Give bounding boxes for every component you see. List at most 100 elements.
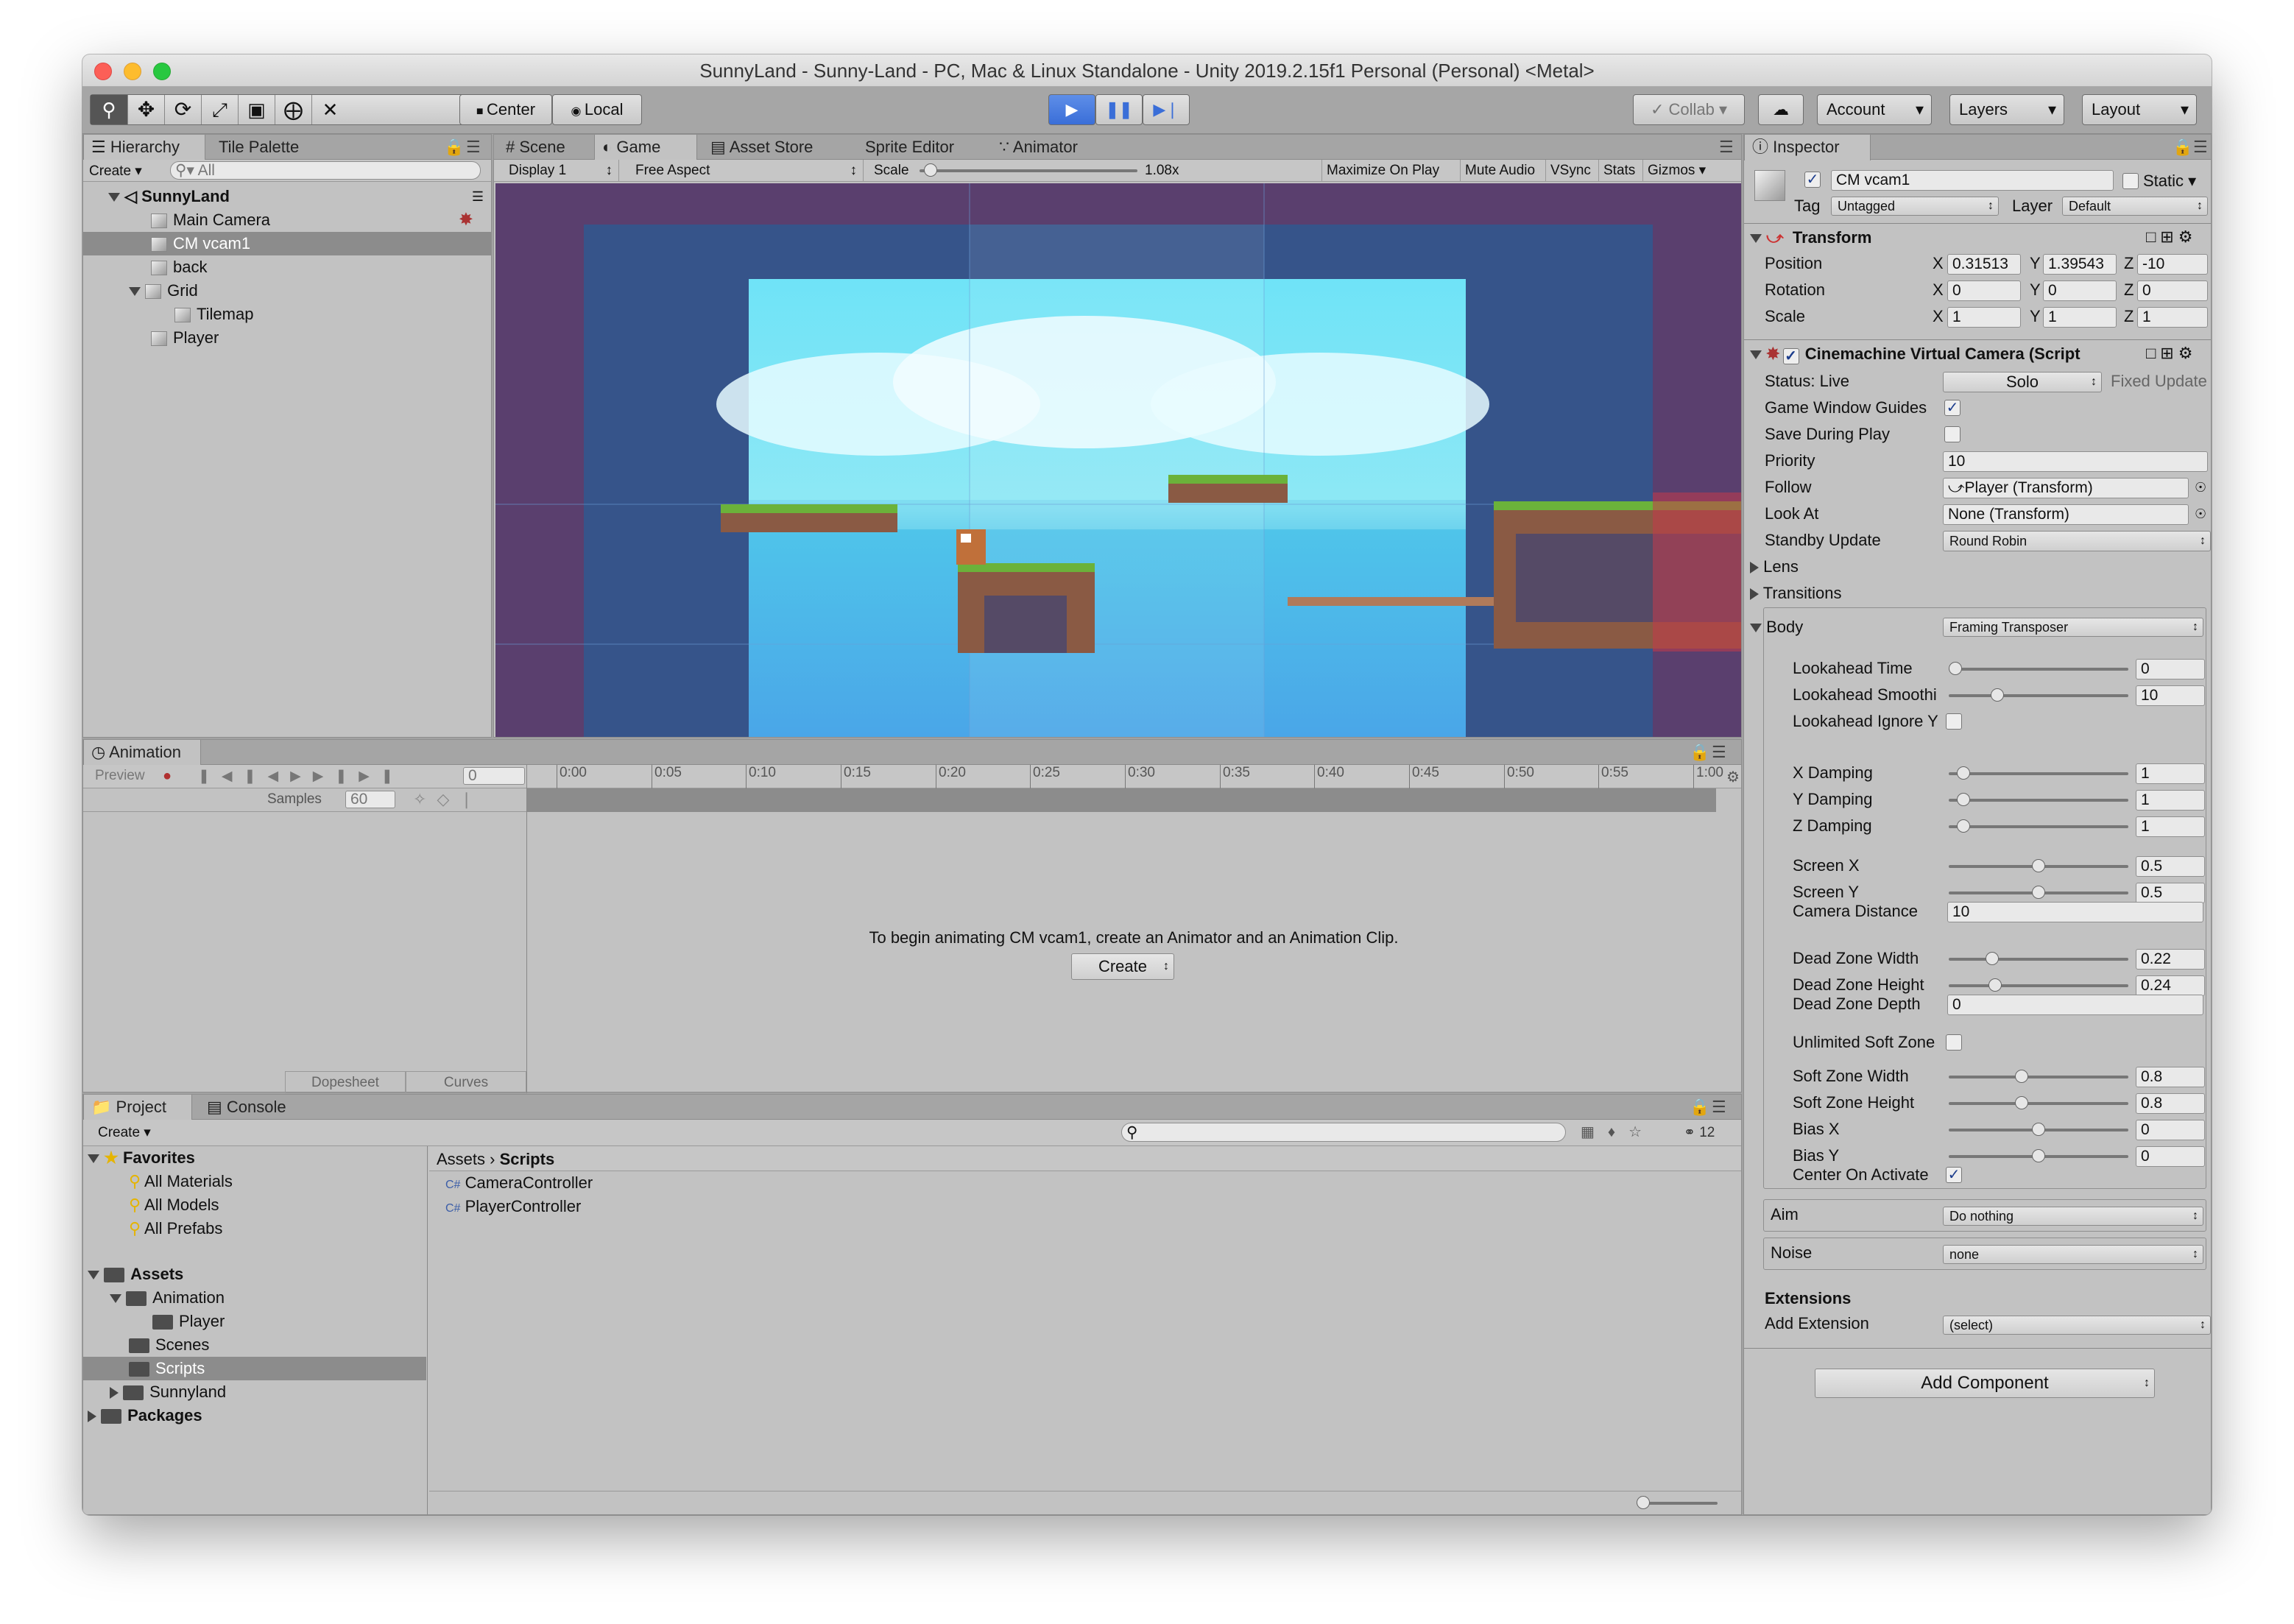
follow-field[interactable]: ⤻Player (Transform)	[1943, 478, 2189, 498]
body-slider-value[interactable]: 1	[2136, 816, 2205, 837]
x-field[interactable]: 0.31513	[1947, 254, 2021, 275]
hidden-packages-toggle[interactable]: ⚭ 12	[1684, 1124, 1715, 1141]
timeline-ruler[interactable]: 0:00 0:05 0:10 0:15 0:20 0:25 0:30 0:35 0:40 0:45…	[526, 765, 1741, 788]
samples-field[interactable]: 60	[345, 791, 395, 808]
close-window-button[interactable]	[94, 63, 112, 80]
pivot-local-button[interactable]: ◉ Local	[552, 94, 642, 125]
body-slider-value[interactable]: 10	[2136, 685, 2205, 706]
lens-foldout[interactable]: Lens	[1750, 556, 1799, 578]
transform-header[interactable]: ⤻ Transform	[1750, 226, 1871, 250]
tab-tile-palette[interactable]: Tile Palette	[211, 135, 306, 160]
y-field[interactable]: 1	[2043, 307, 2117, 328]
tab-animator[interactable]: ∵ Animator	[992, 135, 1085, 160]
tab-scene[interactable]: # Scene	[498, 135, 573, 160]
object-picker-icon[interactable]: ☉	[2195, 503, 2206, 525]
vcam-header[interactable]: ✸ ✓ Cinemachine Virtual Camera (Script	[1750, 342, 2081, 366]
body-slider-value[interactable]: 0	[2136, 1146, 2205, 1167]
body-slider-knob[interactable]	[2032, 1149, 2045, 1162]
object-name-field[interactable]: CM vcam1	[1831, 170, 2114, 191]
hierarchy-create-dropdown[interactable]: Create ▾	[89, 163, 142, 180]
y-field[interactable]: 1.39543	[2043, 254, 2117, 275]
icon-size-knob[interactable]	[1637, 1496, 1650, 1509]
body-slider-value[interactable]: 0.24	[2136, 975, 2205, 996]
unlimited-soft-zone-checkbox[interactable]	[1946, 1034, 1962, 1051]
create-animation-button[interactable]: Create	[1071, 953, 1174, 980]
scene-root[interactable]: ◁ SunnyLand ☰	[83, 185, 491, 208]
zoom-window-button[interactable]	[153, 63, 171, 80]
add-extension-dropdown[interactable]: (select)	[1943, 1316, 2211, 1335]
z-field[interactable]: -10	[2137, 254, 2208, 275]
tab-project[interactable]: 📁 Project	[83, 1095, 192, 1120]
x-field[interactable]: 0	[1947, 280, 2021, 301]
breadcrumb-item[interactable]: Scripts	[500, 1150, 555, 1168]
preview-button[interactable]: Preview	[95, 768, 145, 784]
rotate-tool-icon[interactable]: ⟳	[164, 95, 201, 124]
save-during-play-checkbox[interactable]	[1944, 426, 1961, 442]
folder-player[interactable]: Player	[152, 1310, 225, 1333]
add-component-button[interactable]: Add Component	[1815, 1369, 2155, 1398]
body-slider-knob[interactable]	[2015, 1070, 2028, 1083]
filter-buttons[interactable]: ▦♦☆	[1581, 1123, 1655, 1141]
hierarchy-search-input[interactable]: ⚲▾ All	[170, 161, 481, 180]
body-slider-knob[interactable]	[2032, 1123, 2045, 1136]
body-slider-track[interactable]	[1949, 662, 2128, 675]
hierarchy-item-main-camera[interactable]: Main Camera ✸	[83, 208, 491, 232]
body-slider-knob[interactable]	[2032, 859, 2045, 872]
tab-inspector[interactable]: ⓘ Inspector	[1744, 135, 1871, 160]
add-keyframe-icon[interactable]: ◇	[437, 790, 459, 808]
help-icon[interactable]: □	[2146, 227, 2160, 246]
x-field[interactable]: 1	[1947, 307, 2021, 328]
priority-field[interactable]: 10	[1943, 451, 2208, 472]
tab-hierarchy[interactable]: ☰ Hierarchy	[83, 135, 205, 160]
vsync-toggle[interactable]: VSync	[1545, 160, 1595, 182]
help-icon[interactable]: □	[2146, 344, 2160, 362]
preset-icon[interactable]: ⊞	[2160, 344, 2178, 362]
vcam-enabled-checkbox[interactable]: ✓	[1782, 348, 1799, 364]
panel-menu-icon[interactable]: ☰	[1704, 740, 1734, 765]
icon-size-slider[interactable]	[1637, 1496, 1718, 1509]
body-slider-value[interactable]: 0	[2136, 1120, 2205, 1140]
layout-dropdown[interactable]: Layout ▾	[2082, 94, 2197, 125]
file-item[interactable]: C# PlayerController	[445, 1195, 581, 1218]
body-slider-value[interactable]: 0.22	[2136, 949, 2205, 970]
frame-field[interactable]: 0	[463, 767, 525, 785]
transitions-foldout[interactable]: Transitions	[1750, 582, 1842, 604]
game-viewport[interactable]	[495, 183, 1741, 737]
scale-tool-icon[interactable]: ⤢	[201, 95, 238, 124]
look-at-field[interactable]: None (Transform)	[1943, 504, 2189, 525]
noise-dropdown[interactable]: none	[1943, 1245, 2203, 1264]
folder-sunnyland[interactable]: Sunnyland	[110, 1380, 226, 1404]
body-slider-knob[interactable]	[2015, 1096, 2028, 1109]
gear-icon[interactable]: ⚙	[1726, 768, 1740, 786]
body-slider-knob[interactable]	[1957, 766, 1970, 780]
play-button[interactable]: ▶	[1048, 94, 1095, 125]
playback-controls[interactable]: ❚◀❚◀▶▶❚▶❚	[198, 768, 405, 785]
hand-tool-icon[interactable]: ⚲	[91, 95, 127, 124]
folder-scripts[interactable]: Scripts	[83, 1357, 426, 1380]
body-slider-knob[interactable]	[1986, 952, 1999, 965]
preset-icon[interactable]: ⊞	[2160, 227, 2178, 246]
hierarchy-item-player[interactable]: Player	[83, 326, 491, 350]
tab-game[interactable]: ◐ Game	[594, 135, 697, 160]
game-window-guides-checkbox[interactable]: ✓	[1944, 400, 1961, 416]
body-slider-track[interactable]	[1949, 1123, 2128, 1136]
minimize-window-button[interactable]	[124, 63, 141, 80]
lookahead-ignore-y-checkbox[interactable]	[1946, 713, 1962, 730]
tab-curves[interactable]: Curves	[406, 1071, 526, 1093]
body-slider-value[interactable]: 0	[2136, 659, 2205, 679]
tab-console[interactable]: ▤ Console	[200, 1095, 294, 1120]
folder-scenes[interactable]: Scenes	[129, 1333, 209, 1357]
tab-sprite-editor[interactable]: Sprite Editor	[858, 135, 961, 160]
collab-dropdown[interactable]: ✓ Collab ▾	[1633, 94, 1745, 125]
body-slider-track[interactable]	[1949, 819, 2128, 833]
keyframe-icon[interactable]: ✧	[413, 790, 437, 808]
object-picker-icon[interactable]: ☉	[2195, 476, 2206, 498]
body-slider-value[interactable]: 0.8	[2136, 1067, 2205, 1087]
record-icon[interactable]: ●	[163, 768, 172, 785]
hierarchy-item-cm-vcam1[interactable]: CM vcam1	[83, 232, 491, 255]
key-buttons[interactable]: ✧◇❘	[413, 790, 484, 809]
expand-icon[interactable]	[129, 287, 141, 297]
body-slider-knob[interactable]	[1949, 662, 1962, 675]
body-slider-track[interactable]	[1949, 978, 2128, 992]
display-dropdown[interactable]: Display 1 ↕	[494, 160, 619, 182]
